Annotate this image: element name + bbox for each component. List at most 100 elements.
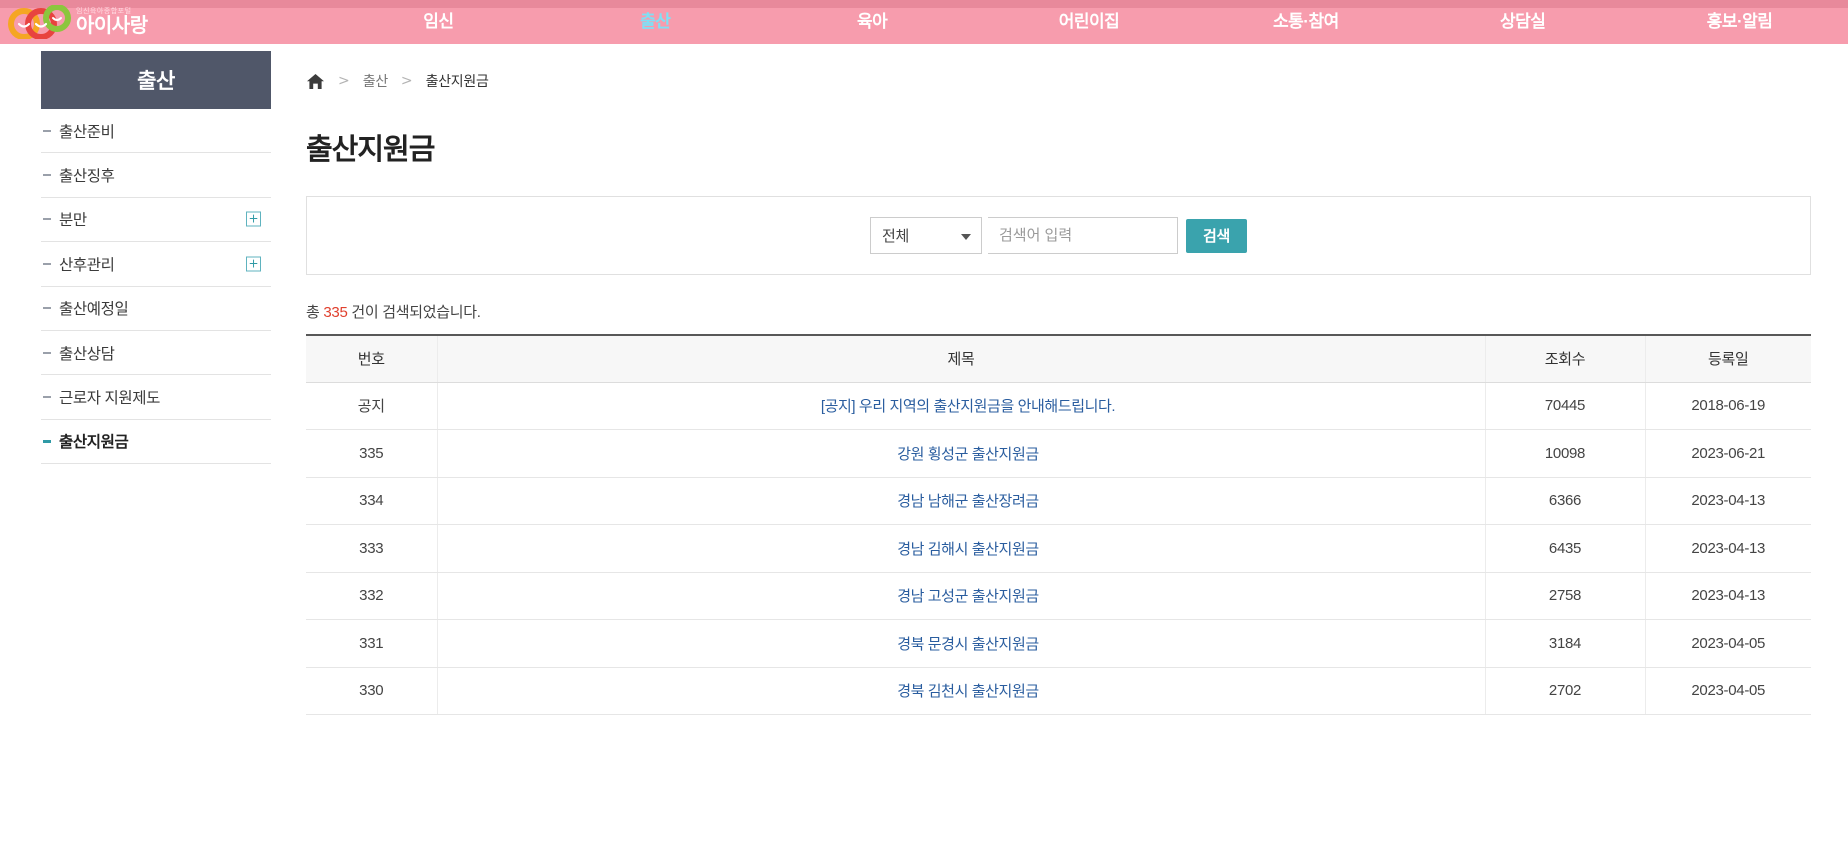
post-link[interactable]: 강원 횡성군 출산지원금 <box>897 446 1039 463</box>
cell-date: 2023-04-05 <box>1644 619 1811 668</box>
post-link[interactable]: [공지] 우리 지역의 출산지원금을 안내해드립니다. <box>821 398 1116 415</box>
breadcrumb: > 출산 > 출산지원금 <box>306 64 1811 98</box>
post-link[interactable]: 경북 김천시 출산지원금 <box>897 683 1039 700</box>
page-body: 출산 출산준비 출산징후 분만 + 산후관리 + 출산예정일 출산상담 근로자 … <box>0 44 1848 851</box>
cell-views: 10098 <box>1484 429 1645 478</box>
post-link[interactable]: 경북 문경시 출산지원금 <box>897 636 1039 653</box>
nav-item-childbirth[interactable]: 출산 <box>547 0 764 44</box>
main-navigation: 임신 출산 육아 어린이집 소통·참여 상담실 홍보·알림 <box>330 0 1848 44</box>
table-row[interactable]: 공지 [공지] 우리 지역의 출산지원금을 안내해드립니다. 70445 201… <box>306 382 1811 430</box>
chevron-down-icon <box>960 233 971 240</box>
sidebar-item-label: 분만 <box>59 212 87 230</box>
sidebar-title: 출산 <box>41 51 271 109</box>
table-row[interactable]: 335 강원 횡성군 출산지원금 10098 2023-06-21 <box>306 429 1811 478</box>
sidebar-item-birth-prep[interactable]: 출산준비 <box>41 109 271 154</box>
post-link[interactable]: 경남 고성군 출산지원금 <box>897 588 1039 605</box>
table-row[interactable]: 330 경북 김천시 출산지원금 2702 2023-04-05 <box>306 667 1811 715</box>
column-header-no: 번호 <box>306 335 437 383</box>
bullet-dash-icon <box>43 351 51 354</box>
cell-views: 6435 <box>1484 524 1645 573</box>
nav-item-communication[interactable]: 소통·참여 <box>1197 0 1414 44</box>
sidebar-item-label: 산후관리 <box>59 256 115 274</box>
column-header-views: 조회수 <box>1484 335 1645 383</box>
table-row[interactable]: 333 경남 김해시 출산지원금 6435 2023-04-13 <box>306 524 1811 573</box>
cell-views: 6366 <box>1484 477 1645 525</box>
cell-no: 330 <box>306 667 437 715</box>
plus-icon[interactable]: + <box>246 211 261 227</box>
search-category-value: 전체 <box>881 228 909 245</box>
cell-date: 2023-04-13 <box>1644 572 1811 620</box>
column-header-date: 등록일 <box>1644 335 1811 383</box>
cell-title: 경남 고성군 출산지원금 <box>436 572 1485 620</box>
nav-item-counseling[interactable]: 상담실 <box>1414 0 1631 44</box>
post-link[interactable]: 경남 김해시 출산지원금 <box>897 541 1039 558</box>
sidebar-item-postpartum-care[interactable]: 산후관리 + <box>41 242 271 287</box>
breadcrumb-separator: > <box>400 73 413 89</box>
search-panel: 전체 검색 <box>306 196 1811 275</box>
search-category-select[interactable]: 전체 <box>869 217 982 254</box>
cell-date: 2018-06-19 <box>1644 382 1811 430</box>
nav-item-parenting[interactable]: 육아 <box>764 0 981 44</box>
breadcrumb-item-childbirth[interactable]: 출산 <box>363 71 388 91</box>
cell-title: 경북 문경시 출산지원금 <box>436 619 1485 668</box>
cell-views: 2758 <box>1484 572 1645 620</box>
result-prefix: 총 <box>306 304 324 321</box>
board-table: 번호 제목 조회수 등록일 공지 [공지] 우리 지역의 출산지원금을 안내해드… <box>306 334 1811 715</box>
cell-views: 70445 <box>1484 382 1645 430</box>
bullet-dash-icon <box>43 129 51 132</box>
logo-title: 아이사랑 <box>76 15 148 37</box>
table-row[interactable]: 332 경남 고성군 출산지원금 2758 2023-04-13 <box>306 572 1811 620</box>
bullet-dash-icon <box>43 307 51 310</box>
breadcrumb-separator: > <box>338 73 350 89</box>
cell-no: 332 <box>306 572 437 620</box>
cell-views: 2702 <box>1484 667 1645 715</box>
column-header-title: 제목 <box>436 335 1485 383</box>
sidebar-item-label: 출산상담 <box>59 345 115 363</box>
cell-date: 2023-04-13 <box>1644 524 1811 573</box>
cell-no: 334 <box>306 477 437 525</box>
table-row[interactable]: 334 경남 남해군 출산장려금 6366 2023-04-13 <box>306 477 1811 525</box>
sidebar-item-birth-counseling[interactable]: 출산상담 <box>41 331 271 376</box>
sidebar-item-due-date[interactable]: 출산예정일 <box>41 287 271 331</box>
cell-no: 공지 <box>306 382 437 430</box>
sidebar-item-delivery[interactable]: 분만 + <box>41 198 271 243</box>
cell-title: [공지] 우리 지역의 출산지원금을 안내해드립니다. <box>436 382 1485 430</box>
search-row: 전체 검색 <box>869 217 1247 254</box>
bullet-dash-icon <box>43 262 51 265</box>
site-header: 임신육아종합포털 아이사랑 임신 출산 육아 어린이집 소통·참여 상담실 홍보… <box>0 0 1848 44</box>
sidebar-item-label: 출산징후 <box>59 168 115 186</box>
search-button[interactable]: 검색 <box>1185 218 1247 253</box>
table-row[interactable]: 331 경북 문경시 출산지원금 3184 2023-04-05 <box>306 619 1811 668</box>
search-input[interactable] <box>987 217 1178 254</box>
cell-title: 경북 김천시 출산지원금 <box>436 667 1485 715</box>
result-suffix: 건이 검색되었습니다. <box>347 304 481 321</box>
main-content: > 출산 > 출산지원금 출산지원금 전체 검색 총 335 건이 검색되었습니… <box>271 44 1848 715</box>
nav-item-daycare[interactable]: 어린이집 <box>981 0 1198 44</box>
aisarang-logo-icon <box>8 5 74 39</box>
sidebar-item-birth-signs[interactable]: 출산징후 <box>41 153 271 198</box>
home-icon[interactable] <box>306 73 325 90</box>
page-title: 출산지원금 <box>306 134 435 166</box>
sidebar-item-birth-subsidy[interactable]: 출산지원금 <box>41 420 271 465</box>
cell-date: 2023-06-21 <box>1644 429 1811 478</box>
cell-no: 331 <box>306 619 437 668</box>
result-number: 335 <box>323 304 348 321</box>
sidebar-item-worker-support[interactable]: 근로자 지원제도 <box>41 375 271 420</box>
bullet-dash-icon <box>43 439 51 443</box>
nav-item-promotion[interactable]: 홍보·알림 <box>1631 0 1848 44</box>
cell-title: 강원 횡성군 출산지원금 <box>436 429 1485 478</box>
site-logo[interactable]: 임신육아종합포털 아이사랑 <box>0 0 330 44</box>
cell-date: 2023-04-13 <box>1644 477 1811 525</box>
sidebar: 출산 출산준비 출산징후 분만 + 산후관리 + 출산예정일 출산상담 근로자 … <box>41 44 271 465</box>
nav-item-pregnancy[interactable]: 임신 <box>330 0 547 44</box>
bullet-dash-icon <box>43 218 51 221</box>
bullet-dash-icon <box>43 396 51 399</box>
bullet-dash-icon <box>43 174 51 177</box>
result-count: 총 335 건이 검색되었습니다. <box>306 301 1811 322</box>
sidebar-item-label: 출산예정일 <box>59 301 129 319</box>
plus-icon[interactable]: + <box>246 256 261 272</box>
cell-title: 경남 남해군 출산장려금 <box>436 477 1485 525</box>
cell-no: 333 <box>306 524 437 573</box>
post-link[interactable]: 경남 남해군 출산장려금 <box>897 493 1039 510</box>
sidebar-item-label: 출산준비 <box>59 123 115 141</box>
